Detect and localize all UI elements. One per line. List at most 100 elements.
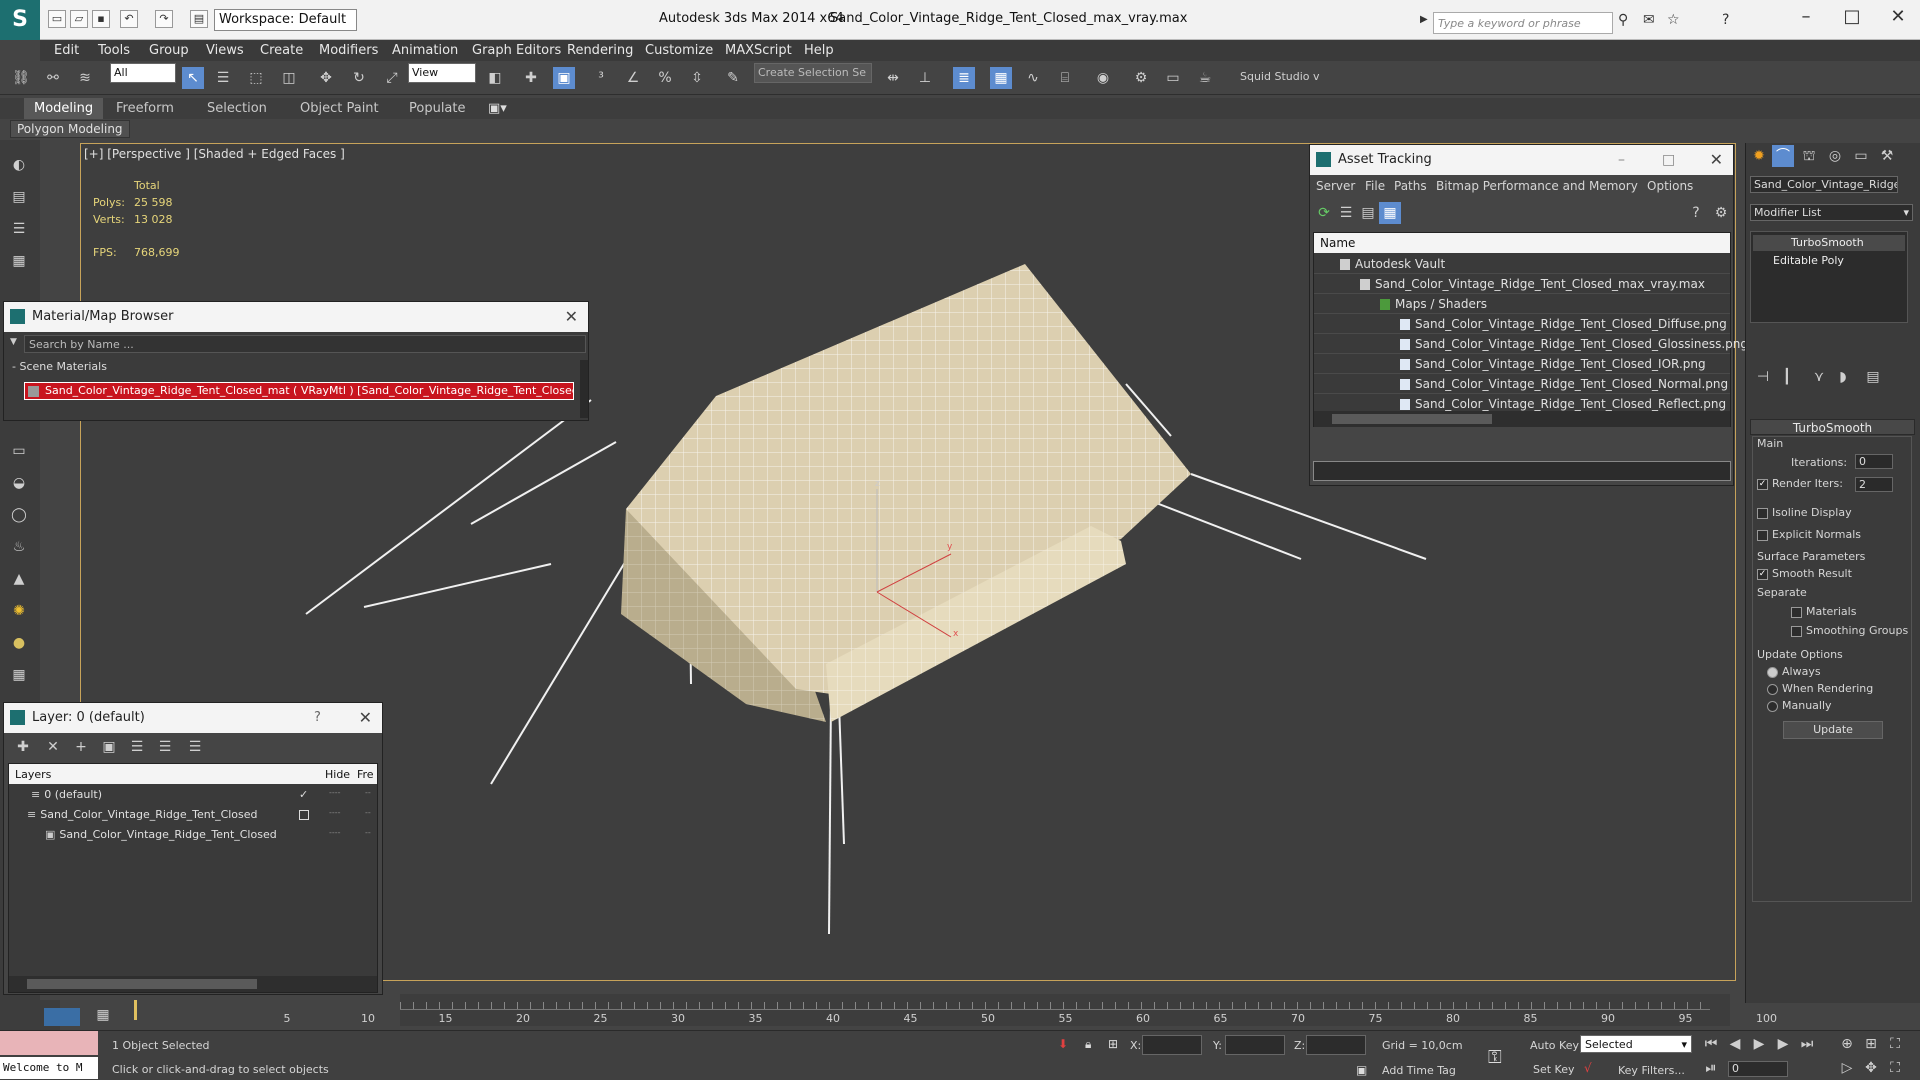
current-frame-field[interactable]: 0 xyxy=(1728,1061,1788,1077)
viewport-label[interactable]: [+] [Perspective ] [Shaded + Edged Faces… xyxy=(84,147,345,161)
create-tab-icon[interactable]: ✹ xyxy=(1748,145,1770,167)
smoothing-groups-checkbox[interactable] xyxy=(1791,625,1802,637)
asset-column-name[interactable]: Name xyxy=(1314,233,1730,253)
asset-path-field[interactable] xyxy=(1313,461,1731,481)
hide-column[interactable]: Hide xyxy=(325,768,350,781)
menu-views[interactable]: Views xyxy=(206,43,244,58)
frame-marker[interactable] xyxy=(134,1000,137,1020)
material-editor-icon[interactable]: ◉ xyxy=(1092,67,1114,89)
zoom-icon[interactable]: ⊕ xyxy=(1836,1033,1858,1055)
menu-customize[interactable]: Customize xyxy=(645,43,713,58)
communication-center-icon[interactable]: ✉ xyxy=(1643,12,1655,28)
scene-explorer-icon[interactable]: ▤ xyxy=(8,186,30,208)
zoom-all-icon[interactable]: ⊞ xyxy=(1860,1033,1882,1055)
table-view-icon[interactable]: ▤ xyxy=(1357,202,1379,224)
box-primitive-icon[interactable]: ▭ xyxy=(8,440,30,462)
expand-search-icon[interactable]: ▶ xyxy=(1420,14,1428,25)
menu-modifiers[interactable]: Modifiers xyxy=(319,43,378,58)
select-object-icon[interactable]: ↖ xyxy=(182,67,204,89)
torus-primitive-icon[interactable]: ◯ xyxy=(8,504,30,526)
layer-manager-icon[interactable]: ≣ xyxy=(953,67,975,89)
maxscript-mini-listener[interactable]: Welcome to M xyxy=(0,1057,98,1079)
scene-materials-group[interactable]: - Scene Materials xyxy=(12,360,107,373)
field-of-view-icon[interactable]: ▷ xyxy=(1836,1057,1858,1079)
modify-tab-icon[interactable]: ⌒ xyxy=(1772,145,1794,167)
modifier-list-dropdown[interactable]: Modifier List ▾ xyxy=(1750,204,1913,221)
snaps-toggle-icon[interactable]: ³ xyxy=(590,67,612,89)
graphite-ribbon-icon[interactable]: ▦ xyxy=(990,67,1012,89)
scale-icon[interactable]: ⤢ xyxy=(381,67,403,89)
move-icon[interactable]: ✥ xyxy=(315,67,337,89)
open-file-icon[interactable]: ▱ xyxy=(70,10,88,28)
menu-tools[interactable]: Tools xyxy=(98,43,130,58)
new-file-icon[interactable]: ▭ xyxy=(48,10,66,28)
app-logo-icon[interactable]: S xyxy=(0,0,40,40)
close-icon[interactable]: ✕ xyxy=(359,703,372,733)
play-icon[interactable]: ▶ xyxy=(1748,1033,1770,1055)
unlink-icon[interactable]: ⚯ xyxy=(42,67,64,89)
asset-menu-paths[interactable]: Paths xyxy=(1394,179,1427,193)
selection-filter-dropdown[interactable]: All xyxy=(110,63,176,83)
x-coordinate-field[interactable] xyxy=(1142,1035,1202,1055)
key-tangent-icon[interactable]: √ xyxy=(1584,1061,1592,1075)
zoom-extents-icon[interactable]: ⛶ xyxy=(1884,1033,1906,1055)
hide-all-icon[interactable]: ☰ xyxy=(154,736,176,758)
rotate-icon[interactable]: ↻ xyxy=(348,67,370,89)
close-icon[interactable]: ✕ xyxy=(1884,6,1912,27)
remove-modifier-icon[interactable]: ◗ xyxy=(1832,366,1854,388)
minimize-icon[interactable]: – xyxy=(1618,145,1625,175)
tab-modeling[interactable]: Modeling xyxy=(24,98,104,119)
asset-hscrollbar[interactable] xyxy=(1314,411,1730,427)
freeze-toggle[interactable]: -- xyxy=(365,828,371,837)
smooth-result-checkbox[interactable]: ✓ xyxy=(1757,568,1768,580)
render-iters-checkbox[interactable]: ✓ xyxy=(1757,478,1768,490)
display-tab-icon[interactable]: ▭ xyxy=(1850,145,1872,167)
squid-studio-label[interactable]: Squid Studio v xyxy=(1240,70,1320,83)
grid-panel-icon[interactable]: ▦ xyxy=(8,250,30,272)
tab-selection[interactable]: Selection xyxy=(207,101,267,116)
list-view-icon[interactable]: ☰ xyxy=(1335,202,1357,224)
asset-menu-server[interactable]: Server xyxy=(1316,179,1355,193)
absolute-mode-icon[interactable]: ⊞ xyxy=(1108,1037,1118,1051)
configure-modifier-sets-icon[interactable]: ▤ xyxy=(1862,366,1884,388)
mini-curve-editor-icon[interactable]: ▦ xyxy=(92,1004,114,1026)
material-browser-scrollbar[interactable] xyxy=(580,360,588,418)
rendered-frame-window-icon[interactable]: ▭ xyxy=(1162,67,1184,89)
layer-hscrollbar[interactable] xyxy=(9,976,377,992)
select-manipulate-icon[interactable]: ✚ xyxy=(520,67,542,89)
freeze-toggle[interactable]: -- xyxy=(365,788,371,797)
timeline[interactable]: 5 10 15 20 25 30 35 40 45 50 55 60 65 70 75 80 85 90 95 100 xyxy=(134,994,1777,1026)
asset-row[interactable]: Sand_Color_Vintage_Ridge_Tent_Closed_IOR… xyxy=(1314,355,1730,374)
always-radio[interactable] xyxy=(1767,666,1778,678)
refresh-icon[interactable]: ⟳ xyxy=(1313,202,1335,224)
grid-helper-icon[interactable]: ▦ xyxy=(8,664,30,686)
cone-primitive-icon[interactable]: ▲ xyxy=(8,568,30,590)
z-coordinate-field[interactable] xyxy=(1306,1035,1366,1055)
link-icon[interactable]: ⛓ xyxy=(10,67,32,89)
highlight-layer-icon[interactable]: ☰ xyxy=(126,736,148,758)
asset-row[interactable]: Sand_Color_Vintage_Ridge_Tent_Closed_Glo… xyxy=(1314,335,1748,354)
show-end-result-icon[interactable]: ┃ xyxy=(1776,366,1798,388)
asset-help-icon[interactable]: ? xyxy=(1685,202,1707,224)
material-search-input[interactable]: Search by Name ... xyxy=(24,335,586,353)
layer-explorer-titlebar[interactable]: Layer: 0 (default) ? ✕ xyxy=(4,703,382,733)
menu-edit[interactable]: Edit xyxy=(54,43,79,58)
add-time-tag[interactable]: Add Time Tag xyxy=(1382,1064,1456,1077)
make-unique-icon[interactable]: ⋎ xyxy=(1808,366,1830,388)
asset-row[interactable]: Sand_Color_Vintage_Ridge_Tent_Closed_Nor… xyxy=(1314,375,1730,394)
motion-tab-icon[interactable]: ◎ xyxy=(1824,145,1846,167)
key-mode-toggle-icon[interactable]: ⏯ xyxy=(1700,1057,1722,1079)
render-production-icon[interactable]: ☕ xyxy=(1194,67,1216,89)
add-to-layer-icon[interactable]: + xyxy=(70,736,92,758)
asset-hscroll-thumb[interactable] xyxy=(1332,414,1492,424)
selection-lock-icon[interactable]: 🔒︎ xyxy=(1085,1037,1091,1052)
when-rendering-radio[interactable] xyxy=(1767,683,1778,695)
object-name-field[interactable]: Sand_Color_Vintage_Ridge_T xyxy=(1750,176,1898,193)
maxscript-listener-pink[interactable] xyxy=(0,1031,98,1055)
create-layer-icon[interactable]: ✚ xyxy=(12,736,34,758)
menu-rendering[interactable]: Rendering xyxy=(567,43,633,58)
ribbon-options-icon[interactable]: ▣▾ xyxy=(488,101,507,116)
layer-row[interactable]: ▣ Sand_Color_Vintage_Ridge_Tent_Closed ---… xyxy=(9,826,377,845)
asset-menu-file[interactable]: File xyxy=(1365,179,1385,193)
next-frame-icon[interactable]: ▶ xyxy=(1772,1033,1794,1055)
